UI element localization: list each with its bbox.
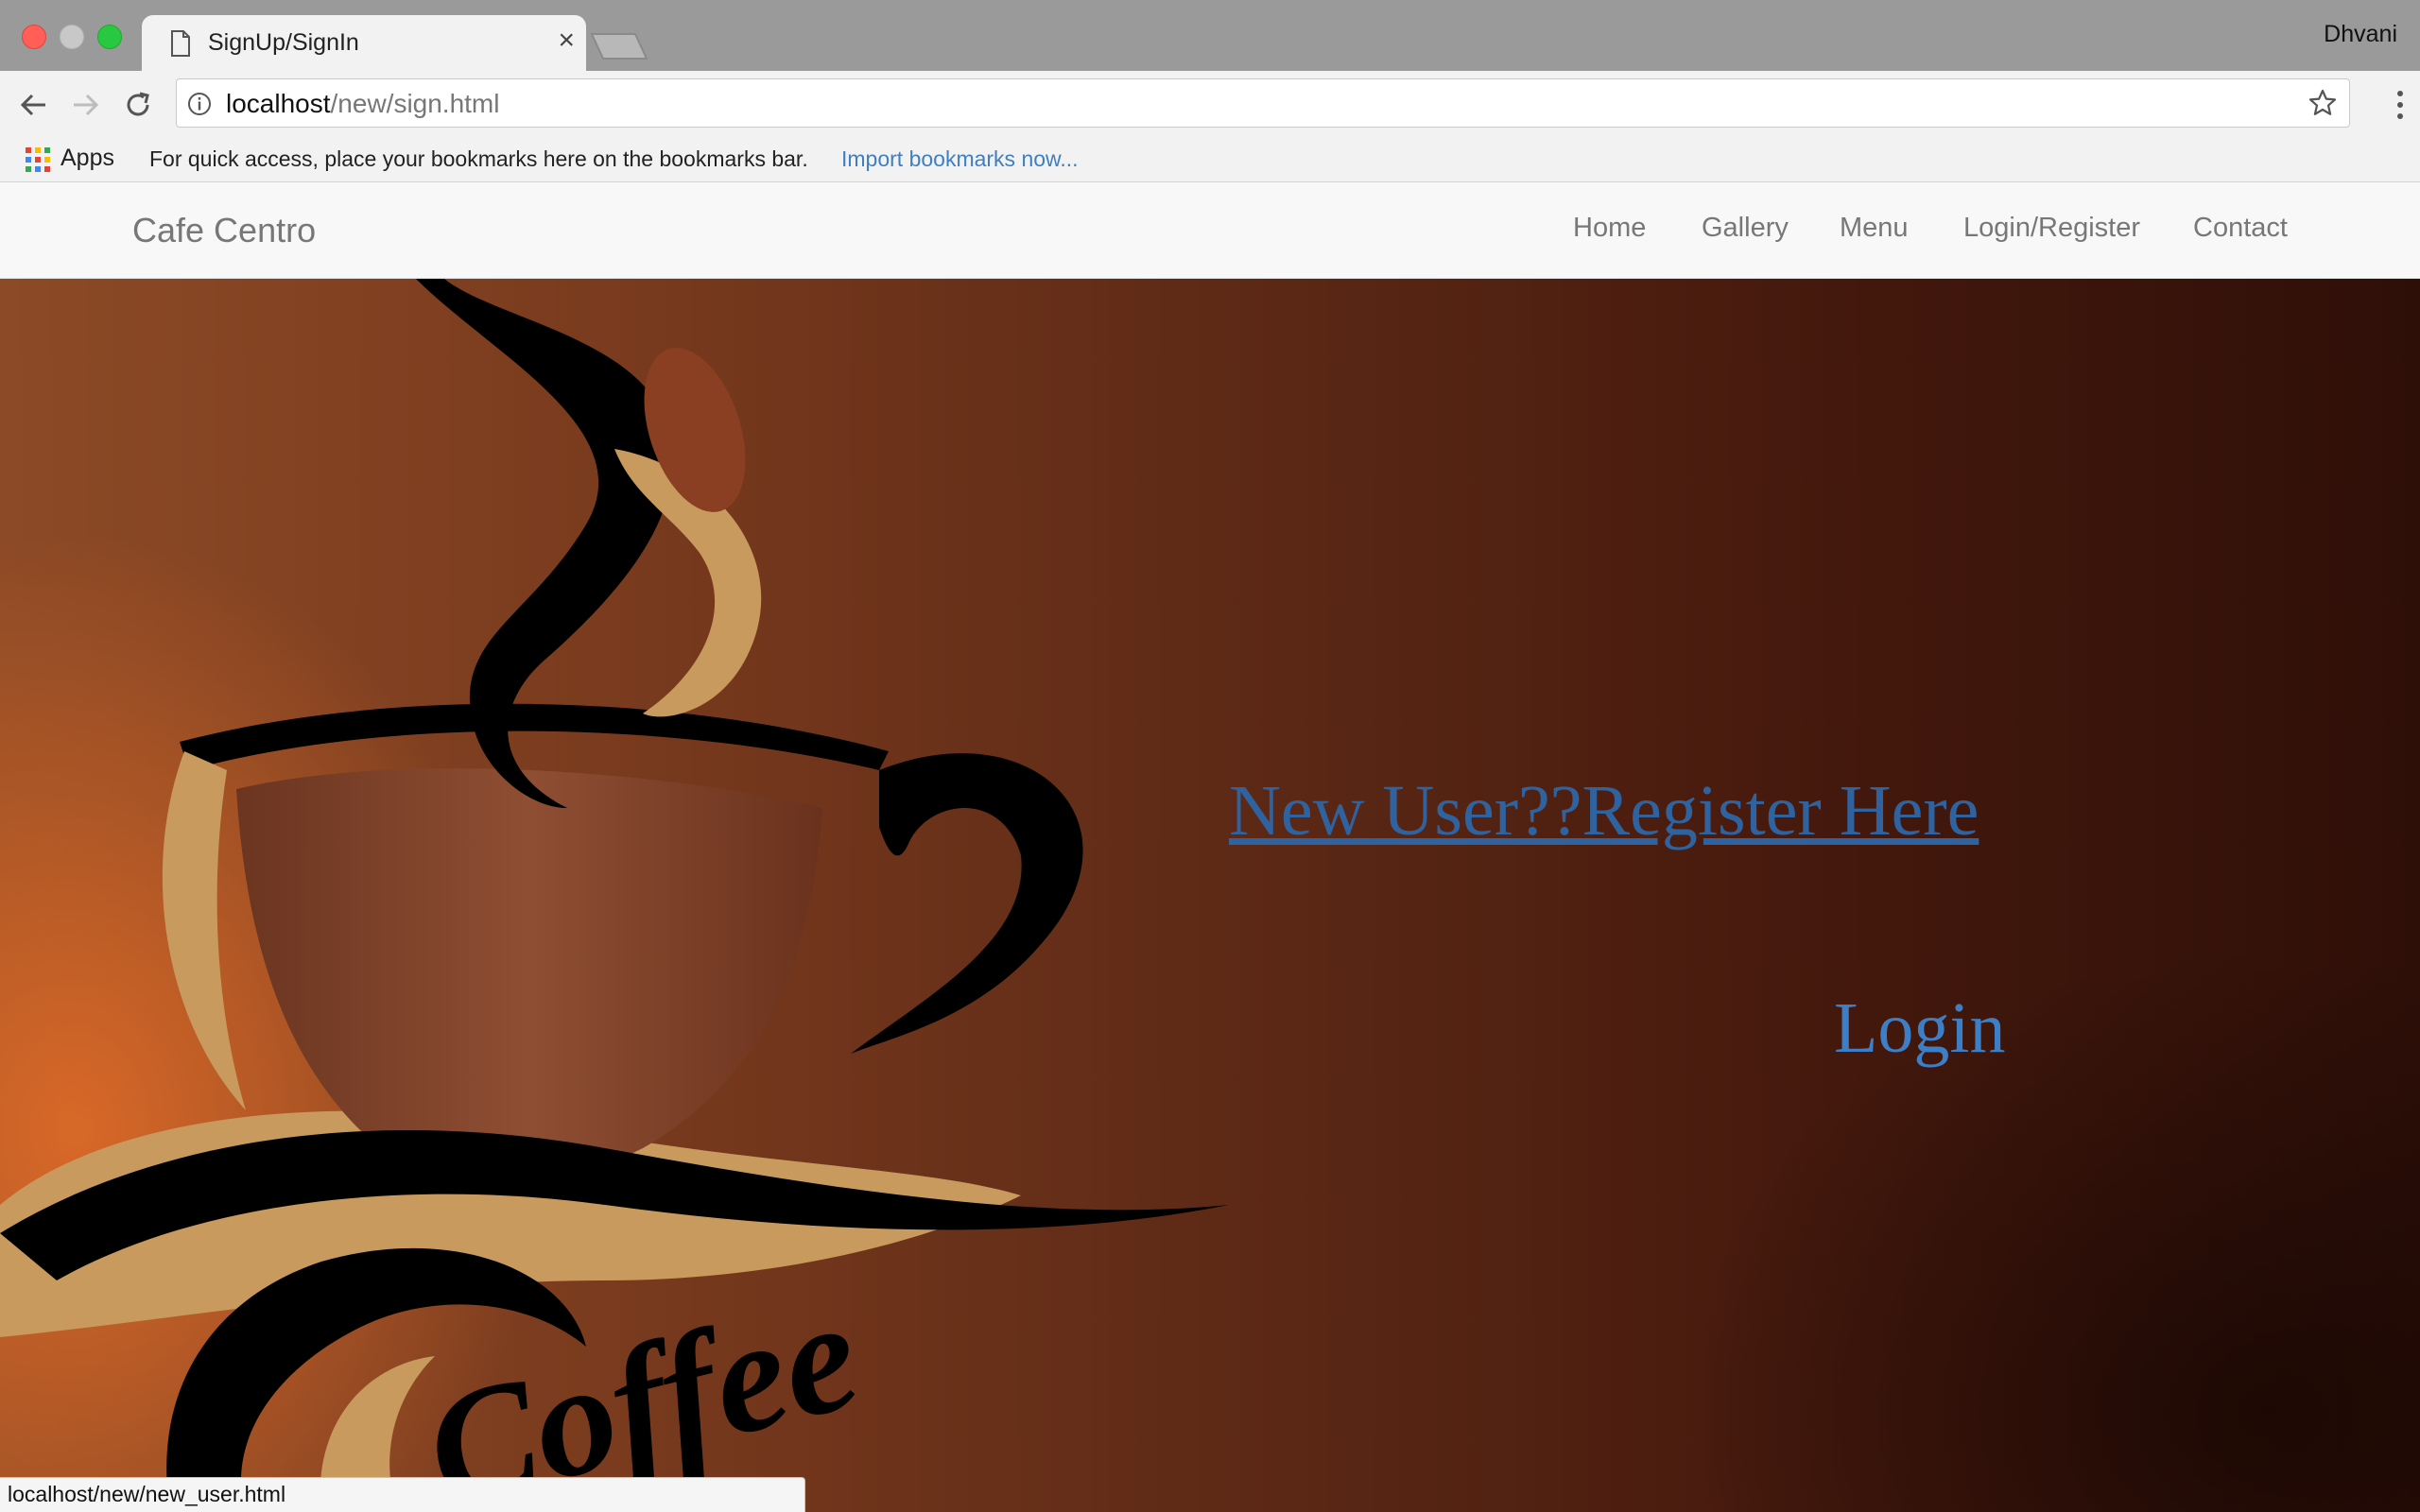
close-window-button[interactable]: [22, 25, 46, 49]
minimize-window-button[interactable]: [60, 25, 84, 49]
register-link[interactable]: New User??Register Here: [1229, 770, 1979, 852]
zoom-window-button[interactable]: [97, 25, 122, 49]
url-path: /new/sign.html: [330, 89, 500, 118]
browser-toolbar: localhost/new/sign.html: [0, 71, 2420, 137]
reload-icon: [127, 92, 149, 116]
login-link[interactable]: Login: [1834, 988, 2006, 1070]
apps-shortcut[interactable]: Apps: [60, 145, 114, 172]
more-options-icon[interactable]: [2394, 88, 2407, 122]
site-navbar: Cafe Centro Home Gallery Menu Login/Regi…: [0, 182, 2420, 279]
import-bookmarks-link[interactable]: Import bookmarks now...: [841, 146, 1079, 172]
nav-link-home[interactable]: Home: [1573, 213, 1646, 244]
url-host: localhost: [226, 89, 331, 118]
nav-link-contact[interactable]: Contact: [2193, 213, 2288, 244]
back-button[interactable]: [17, 88, 51, 122]
bookmarks-hint: For quick access, place your bookmarks h…: [149, 146, 808, 171]
forward-button[interactable]: [68, 88, 102, 122]
address-bar[interactable]: localhost/new/sign.html: [176, 78, 2350, 128]
close-tab-icon[interactable]: ×: [558, 25, 575, 57]
url-text[interactable]: localhost/new/sign.html: [226, 88, 499, 120]
nav-link-menu[interactable]: Menu: [1840, 213, 1909, 244]
tab-title: SignUp/SignIn: [208, 29, 359, 56]
info-icon[interactable]: [186, 91, 213, 117]
bookmark-star-icon[interactable]: [2308, 88, 2338, 118]
active-tab[interactable]: SignUp/SignIn ×: [142, 15, 586, 71]
profile-name[interactable]: Dhvani: [2324, 21, 2397, 48]
hero-section: Coffee New User??Register Here Login: [0, 279, 2420, 1512]
reload-button[interactable]: [121, 88, 155, 122]
coffee-cup-illustration: Coffee: [0, 279, 1229, 1512]
new-tab-button[interactable]: [590, 32, 648, 60]
link-status-bubble: localhost/new/new_user.html: [0, 1477, 805, 1512]
brand-logo[interactable]: Cafe Centro: [132, 211, 316, 250]
nav-link-login-register[interactable]: Login/Register: [1963, 213, 2140, 244]
document-icon: [171, 30, 190, 57]
forward-arrow-icon: [74, 94, 99, 116]
bookmarks-bar: Apps For quick access, place your bookma…: [0, 137, 2420, 182]
nav-link-gallery[interactable]: Gallery: [1702, 213, 1789, 244]
back-arrow-icon: [20, 94, 45, 116]
browser-tab-strip: SignUp/SignIn × Dhvani: [0, 0, 2420, 71]
status-url: localhost/new/new_user.html: [8, 1482, 286, 1506]
apps-grid-icon[interactable]: [25, 146, 51, 173]
